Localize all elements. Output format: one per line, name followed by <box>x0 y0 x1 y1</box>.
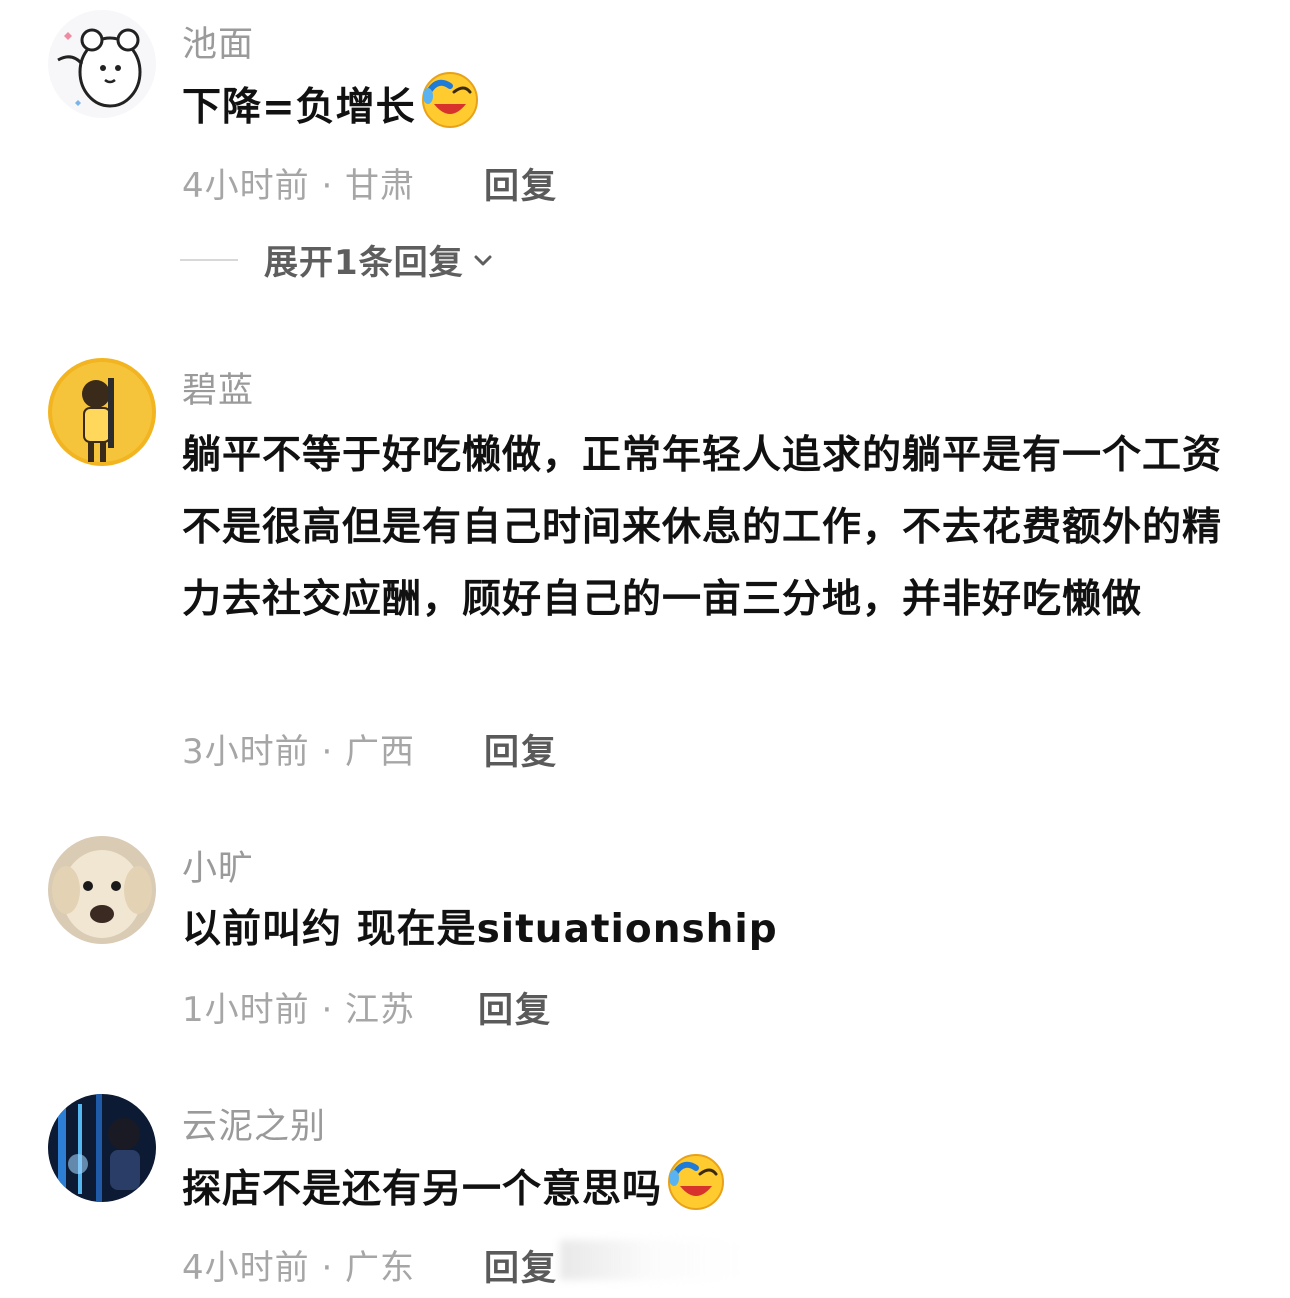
comment-text: 下降=负增长 <box>182 70 1252 144</box>
blurred-watermark <box>560 1240 740 1280</box>
neon-photo-avatar-icon <box>48 1094 156 1202</box>
expand-replies-button[interactable]: 展开1条回复 <box>180 235 494 284</box>
reply-button[interactable]: 回复 <box>484 158 558 209</box>
comment-text-body: 下降=负增长 <box>182 85 416 130</box>
reply-button[interactable]: 回复 <box>484 724 558 775</box>
expand-replies-label: 展开1条回复 <box>264 243 464 283</box>
comment-text: 探店不是还有另一个意思吗 <box>182 1152 1252 1226</box>
reply-button[interactable]: 回复 <box>478 982 552 1033</box>
bear-avatar-icon <box>48 10 156 118</box>
comment-text: 躺平不等于好吃懒做，正常年轻人追求的躺平是有一个工资不是很高但是有自己时间来休息… <box>182 433 1223 622</box>
comment-text-body: 探店不是还有另一个意思吗 <box>182 1167 663 1212</box>
avatar[interactable] <box>48 358 156 466</box>
username[interactable]: 云泥之别 <box>182 1098 326 1149</box>
comment-meta: 3小时前 · 广西 <box>182 732 416 772</box>
username[interactable]: 小旷 <box>182 840 254 891</box>
username[interactable]: 池面 <box>182 16 254 67</box>
chevron-down-icon <box>474 255 492 265</box>
reply-button[interactable]: 回复 <box>484 1240 558 1291</box>
comment-meta: 4小时前 · 甘肃 <box>182 166 416 206</box>
expand-divider <box>180 258 238 261</box>
comment-text: 以前叫约 现在是situationship <box>182 907 778 952</box>
dog-avatar-icon <box>48 836 156 944</box>
avatar[interactable] <box>48 10 156 118</box>
cartoon-figure-avatar-icon <box>48 358 156 466</box>
avatar[interactable] <box>48 836 156 944</box>
laugh-cry-emoji-icon <box>421 72 478 128</box>
comment-meta: 4小时前 · 广东 <box>182 1248 416 1288</box>
username[interactable]: 碧蓝 <box>182 362 254 413</box>
laugh-cry-emoji-icon <box>668 1154 725 1210</box>
comment-meta: 1小时前 · 江苏 <box>182 990 416 1030</box>
avatar[interactable] <box>48 1094 156 1202</box>
